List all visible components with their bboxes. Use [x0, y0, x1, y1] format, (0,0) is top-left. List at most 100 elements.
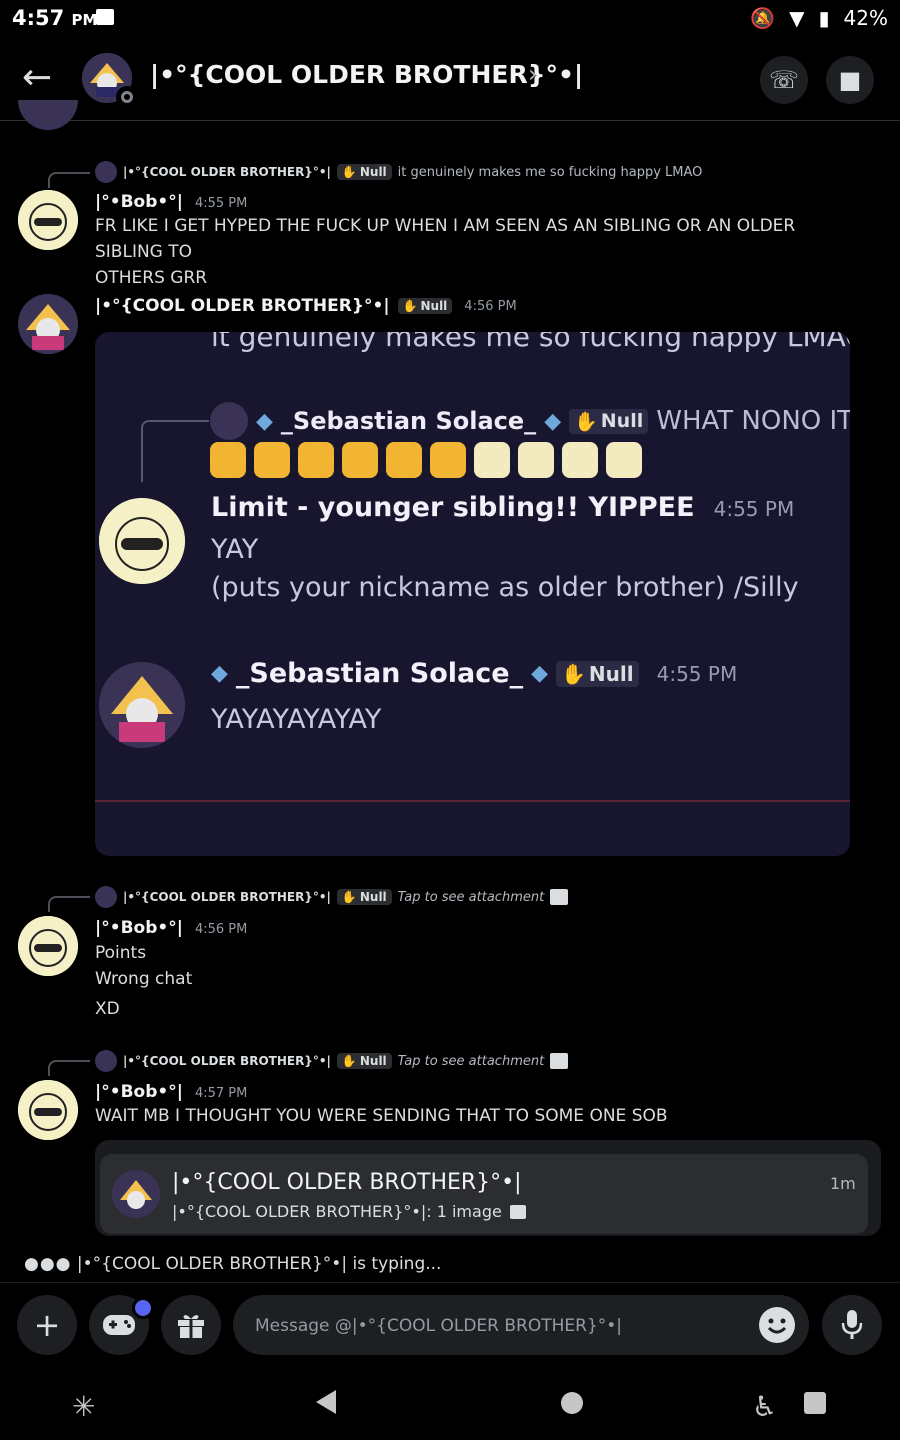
role-tag: ✋ Null [336, 889, 392, 905]
voice-message-button[interactable] [822, 1295, 882, 1355]
video-camera-icon: ■ [838, 66, 862, 94]
role-tag: ✋ Null [336, 1053, 392, 1069]
reply-preview[interactable]: |•°{COOL OLDER BROTHER}°•| ✋ Null it genu… [95, 161, 702, 183]
avatar[interactable] [18, 1080, 78, 1140]
recents-nav-icon[interactable] [804, 1392, 826, 1414]
status-bar: 4:57 PM 🔕 ▼ ▮ 42% [0, 0, 900, 40]
image-icon [550, 889, 569, 905]
message-content: Points Wrong chat XD [95, 943, 193, 1019]
image-icon [509, 1204, 526, 1219]
avatar [99, 498, 185, 584]
emoji-icon [386, 442, 422, 478]
message-timestamp: 4:55 PM [194, 196, 248, 211]
reply-connector [48, 172, 90, 188]
emoji-icon [562, 442, 598, 478]
role-tag: ✋ Null [397, 298, 453, 314]
attachment-reply: ◆ _Sebastian Solace_ ◆ ✋ Null WHAT NONO I… [210, 402, 850, 440]
video-call-button[interactable]: ■ [826, 56, 874, 104]
avatar [99, 662, 185, 748]
emoji-icon [474, 442, 510, 478]
avatar [95, 886, 117, 908]
typing-dots-icon: ●●● [24, 1254, 72, 1274]
assistant-icon[interactable]: ✳ [72, 1390, 95, 1423]
add-attachment-button[interactable]: + [17, 1295, 77, 1355]
voice-call-button[interactable]: ☏ [760, 56, 808, 104]
gamepad-icon [103, 1315, 135, 1335]
message-content: WAIT MB I THOUGHT YOU WERE SENDING THAT … [95, 1106, 668, 1126]
emoji-icon [210, 442, 246, 478]
dm-notification-inner[interactable]: |•°{COOL OLDER BROTHER}°•| |•°{COOL OLDE… [100, 1154, 868, 1234]
hand-icon: ✋ [341, 1054, 357, 1068]
hand-icon: ✋ [402, 299, 418, 313]
message-timestamp: 4:57 PM [194, 1086, 248, 1101]
emoji-icon [254, 442, 290, 478]
avatar[interactable] [18, 294, 78, 354]
notification-title: |•°{COOL OLDER BROTHER}°•| [172, 1170, 522, 1195]
gift-icon [178, 1315, 204, 1338]
reply-preview[interactable]: |•°{COOL OLDER BROTHER}°•| ✋ Null Tap to … [95, 1050, 569, 1072]
message-author[interactable]: |°•Bob•°| 4:55 PM [95, 192, 247, 212]
message-composer: + [0, 1282, 900, 1369]
status-time: 4:57 PM [12, 6, 98, 30]
message-input[interactable] [253, 1295, 737, 1357]
fish-icon: ◆ [256, 408, 273, 434]
wifi-icon: ▼ [789, 6, 805, 30]
microphone-icon [841, 1310, 863, 1339]
page-title[interactable]: |•°{COOL OLDER BROTHER}°•| [150, 60, 583, 89]
reply-connector [48, 896, 90, 912]
role-tag: ✋ Null [336, 164, 392, 180]
avatar [210, 402, 248, 440]
emoji-icon [430, 442, 466, 478]
typing-indicator: ●●● |•°{COOL OLDER BROTHER}°•| is typing… [24, 1254, 442, 1274]
attachment-message-header: ◆ _Sebastian Solace_ ◆ ✋ Null 4:55 PM [211, 658, 738, 689]
reply-preview[interactable]: |•°{COOL OLDER BROTHER}°•| ✋ Null Tap to … [95, 886, 569, 908]
dm-notification-card[interactable]: |•°{COOL OLDER BROTHER}°•| |•°{COOL OLDE… [95, 1140, 881, 1236]
hand-icon: ✋ [341, 165, 357, 179]
home-nav-icon[interactable] [561, 1392, 583, 1414]
divider [95, 800, 850, 802]
emoji-picker-button[interactable] [759, 1307, 795, 1343]
avatar[interactable] [18, 190, 78, 250]
unread-badge [132, 1297, 154, 1319]
emoji-icon [342, 442, 378, 478]
chat-header: ← |•°{COOL OLDER BROTHER}°•| › ☏ ■ [0, 40, 900, 121]
attachment-text: YAYAYAYAYAY [211, 704, 382, 735]
fish-icon: ◆ [531, 661, 549, 686]
battery-icon: ▮ [818, 6, 830, 30]
gift-button[interactable] [161, 1295, 221, 1355]
offline-status-icon [116, 86, 138, 108]
emoji-row [210, 442, 642, 478]
battery-percent: 42% [843, 6, 888, 30]
system-nav-bar: ✳ ♿ [0, 1368, 900, 1440]
emoji-icon [298, 442, 334, 478]
gallery-notification-icon [96, 9, 114, 25]
avatar [112, 1170, 160, 1218]
arrow-left-icon[interactable]: ← [22, 58, 52, 98]
accessibility-icon[interactable]: ♿ [752, 1390, 777, 1423]
image-attachment[interactable]: it genuinely makes me so fucking happy L… [95, 332, 850, 856]
chevron-right-icon[interactable]: › [528, 60, 538, 88]
message-timestamp: 4:56 PM [194, 922, 248, 937]
message-author[interactable]: |•°{COOL OLDER BROTHER}°•| ✋ Null 4:56 PM [95, 296, 517, 316]
role-tag: ✋ Null [556, 660, 639, 687]
notification-preview: |•°{COOL OLDER BROTHER}°•|: 1 image [172, 1202, 526, 1221]
phone-icon: ☏ [768, 66, 799, 94]
message-input-container[interactable] [233, 1295, 809, 1357]
avatar[interactable] [18, 916, 78, 976]
hand-icon: ✋ [341, 890, 357, 904]
back-nav-icon[interactable] [316, 1390, 336, 1414]
role-tag: ✋ Null [569, 408, 649, 434]
attachment-text: YAY [211, 534, 259, 565]
fish-icon: ◆ [544, 408, 562, 434]
avatar [95, 1050, 117, 1072]
message-author[interactable]: |°•Bob•°| 4:57 PM [95, 1082, 247, 1102]
smile-icon [767, 1318, 787, 1334]
attachment-text: (puts your nickname as older brother) /S… [211, 572, 799, 603]
message-content: FR LIKE I GET HYPED THE FUCK UP WHEN I A… [95, 216, 796, 288]
reply-connector [141, 420, 209, 482]
message-author[interactable]: |°•Bob•°| 4:56 PM [95, 918, 247, 938]
fish-icon: ◆ [211, 661, 228, 686]
emoji-icon [606, 442, 642, 478]
image-icon [550, 1053, 569, 1069]
attachment-message-header: Limit - younger sibling!! YIPPEE 4:55 PM [211, 492, 795, 523]
